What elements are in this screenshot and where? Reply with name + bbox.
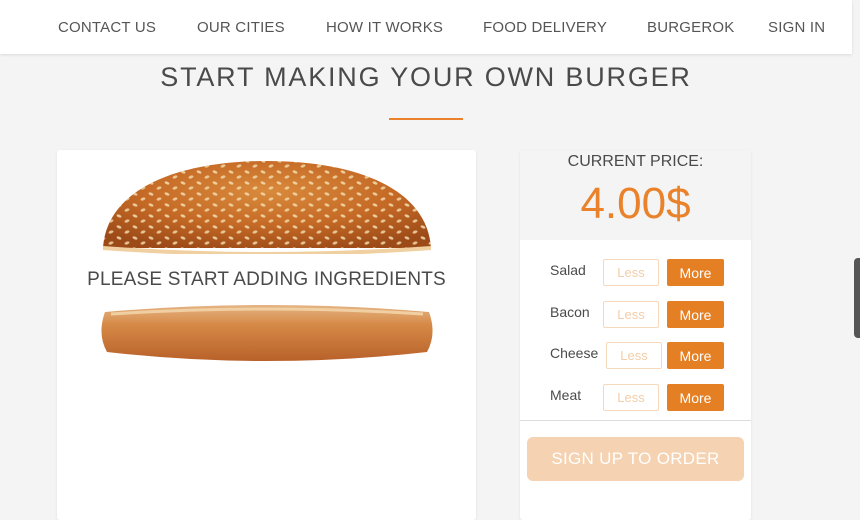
salad-more-button[interactable]: More (667, 259, 724, 286)
nav-burgerok[interactable]: BURGEROK (647, 19, 734, 36)
ingredient-label: Bacon (550, 304, 590, 320)
meat-more-button[interactable]: More (667, 384, 724, 411)
controls-divider (520, 420, 751, 421)
nav-sign-in[interactable]: SIGN IN (768, 19, 825, 36)
bacon-less-button[interactable]: Less (603, 301, 659, 328)
sign-up-to-order-button[interactable]: SIGN UP TO ORDER (527, 437, 744, 481)
empty-burger-message: PLEASE START ADDING INGREDIENTS (87, 269, 446, 290)
top-navigation: CONTACT US OUR CITIES HOW IT WORKS FOOD … (0, 0, 852, 54)
ingredient-label: Cheese (550, 345, 599, 361)
nav-how-it-works[interactable]: HOW IT WORKS (326, 19, 443, 36)
current-price-value: 4.00$ (580, 179, 691, 228)
side-drawer-handle[interactable] (854, 258, 860, 338)
nav-contact-us[interactable]: CONTACT US (58, 19, 156, 36)
ingredient-label: Meat (550, 387, 582, 403)
meat-less-button[interactable]: Less (603, 384, 659, 411)
nav-our-cities[interactable]: OUR CITIES (197, 19, 285, 36)
bun-bottom-image (101, 305, 433, 361)
price-panel: CURRENT PRICE: 4.00$ (520, 150, 751, 240)
nav-food-delivery[interactable]: FOOD DELIVERY (483, 19, 607, 36)
bacon-more-button[interactable]: More (667, 301, 724, 328)
ingredient-row-cheese: Cheese Less More (520, 342, 751, 374)
page-title: START MAKING YOUR OWN BURGER (160, 62, 692, 92)
burger-preview-card: PLEASE START ADDING INGREDIENTS (57, 150, 476, 520)
cheese-more-button[interactable]: More (667, 342, 724, 369)
bun-top-image (103, 161, 431, 254)
salad-less-button[interactable]: Less (603, 259, 659, 286)
current-price-label: CURRENT PRICE: (567, 153, 704, 170)
build-controls-card: CURRENT PRICE: 4.00$ Salad Less More Bac… (520, 150, 751, 520)
ingredient-label: Salad (550, 262, 586, 278)
ingredient-row-salad: Salad Less More (520, 259, 751, 291)
cheese-less-button[interactable]: Less (606, 342, 662, 369)
title-underline (389, 118, 463, 120)
ingredient-row-meat: Meat Less More (520, 384, 751, 416)
ingredient-row-bacon: Bacon Less More (520, 301, 751, 333)
